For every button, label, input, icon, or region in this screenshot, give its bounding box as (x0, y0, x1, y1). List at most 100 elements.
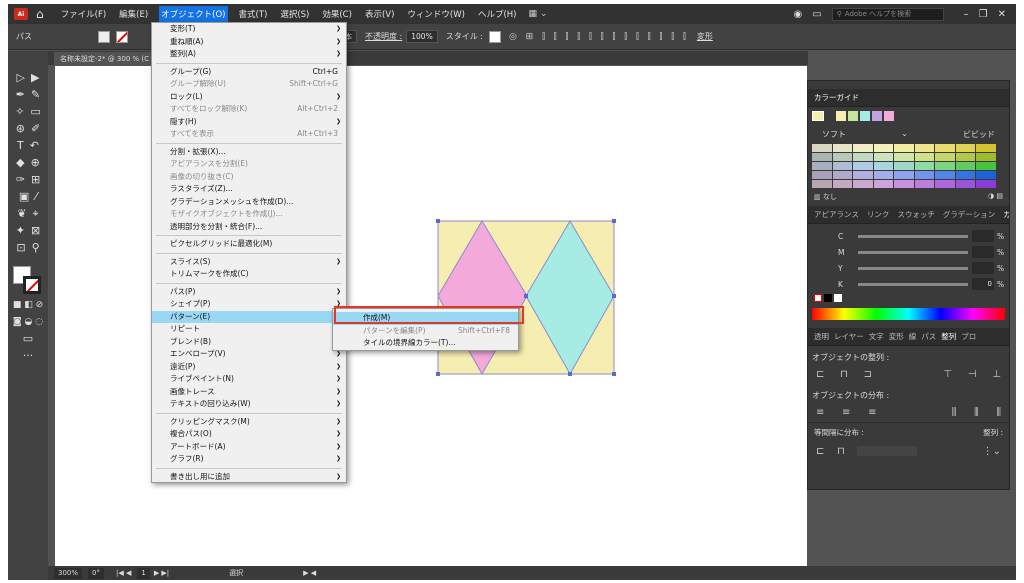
align-panel-tab[interactable]: 線 (909, 331, 917, 342)
anchor-point[interactable] (612, 372, 616, 376)
screen-mode-icon[interactable]: ▭ (23, 332, 33, 345)
pen-tool-icon[interactable]: ✒ (16, 88, 25, 101)
graph-tool-icon[interactable]: ⊠ (31, 224, 40, 237)
align-buttons-icon[interactable]: ◎ ⊞ ⫿ ⫿ ⫿ ⫿ ⫿ ⫿ ⫿ ⫿ ⫿ ⫿ ⫿ ⫿ ⫿ (509, 32, 689, 42)
color-guide-swatch[interactable] (914, 162, 935, 170)
color-panel-tab[interactable]: アピアランス (814, 209, 859, 220)
color-panel-tab[interactable]: リンク (867, 209, 890, 220)
harmony-swatch[interactable] (860, 111, 870, 121)
symbol-sprayer-icon[interactable]: ❦ (17, 207, 26, 220)
undo-arc-icon[interactable]: ↶ (30, 139, 39, 152)
cmyk-value-field[interactable] (972, 246, 994, 258)
eyedropper-icon[interactable]: ✑ (16, 173, 25, 186)
color-guide-swatch[interactable] (812, 144, 832, 152)
object-menu-item[interactable]: クリッピングマスク(M) ❯ (152, 416, 346, 429)
object-menu-item[interactable]: トリムマークを作成(C) (152, 268, 346, 281)
magic-wand-icon[interactable]: ✧ (15, 105, 24, 118)
cmyk-slider[interactable] (858, 266, 968, 270)
rotate-tool-icon[interactable]: ⊛ (16, 122, 25, 135)
menu-4[interactable]: 選択(S) (278, 6, 311, 22)
distribute-bottom-icon[interactable]: ≡ (868, 407, 876, 418)
color-guide-swatch[interactable] (873, 153, 894, 161)
color-guide-swatch[interactable] (894, 153, 914, 161)
menu-7[interactable]: ウィンドウ(W) (405, 6, 467, 22)
home-icon[interactable]: ⌂ (36, 7, 44, 21)
object-menu-item[interactable]: スライス(S) ❯ (152, 256, 346, 269)
color-guide-swatch[interactable] (832, 144, 853, 152)
harmony-swatch[interactable] (872, 111, 882, 121)
align-panel-tab[interactable]: プロ (961, 331, 976, 342)
harmony-swatch[interactable] (848, 111, 858, 121)
rotation-field[interactable]: 0° (88, 567, 104, 579)
spacing-value-field[interactable] (857, 446, 918, 456)
paint-bucket-icon[interactable]: ◆ (16, 156, 24, 169)
object-menu-item[interactable]: ライブペイント(N) ❯ (152, 373, 346, 386)
draw-mode-icon[interactable]: ◙ ◒ ◌ (13, 317, 43, 327)
align-to-select-icon[interactable]: ⋮⌄ (983, 446, 1001, 457)
object-menu-item[interactable]: グラデーションメッシュを作成(D)... (152, 196, 346, 209)
object-menu-item[interactable]: 書き出し用に追加 ❯ (152, 471, 346, 484)
more-tools-icon[interactable]: ··· (23, 349, 34, 362)
menu-2[interactable]: オブジェクト(O) (159, 6, 228, 22)
color-guide-swatch[interactable] (955, 180, 976, 188)
shape-builder-icon[interactable]: ▣ (19, 190, 29, 203)
color-guide-swatch[interactable] (935, 171, 955, 179)
pattern-submenu-item[interactable]: パターンを編集(P) Shift+Ctrl+F8 (333, 325, 518, 338)
direct-selection-tool-icon[interactable]: ▶ (31, 71, 39, 84)
color-guide-swatch[interactable] (955, 171, 976, 179)
align-vcenter-icon[interactable]: ⊣ (968, 369, 977, 380)
color-guide-swatch[interactable] (935, 144, 955, 152)
fill-swatch[interactable] (98, 30, 110, 43)
curvature-tool-icon[interactable]: ✎ (31, 88, 40, 101)
object-menu-item[interactable]: リピート❯ (152, 323, 346, 336)
color-guide-swatch[interactable] (873, 162, 894, 170)
object-menu-item[interactable]: ロック(L) ❯ (152, 91, 346, 104)
align-panel-tab[interactable]: 整列 (941, 331, 956, 342)
object-menu-item[interactable]: 変形(T) ❯ (152, 23, 346, 36)
color-guide-swatch[interactable] (853, 153, 873, 161)
object-menu-item[interactable]: パス(P) ❯ (152, 286, 346, 299)
object-menu-item[interactable]: エンベロープ(V) ❯ (152, 348, 346, 361)
object-menu-item[interactable]: アピアランスを分割(E) (152, 158, 346, 171)
color-guide-swatch[interactable] (853, 162, 873, 170)
align-panel-tab[interactable]: レイヤー (834, 331, 864, 342)
object-menu-item[interactable]: 遠近(P) ❯ (152, 361, 346, 374)
color-guide-swatch[interactable] (853, 171, 873, 179)
color-guide-swatch[interactable] (955, 144, 976, 152)
minimize-icon[interactable]: – (964, 9, 969, 20)
artboard-nav-next-icon[interactable]: ▶ ▶| (154, 569, 169, 577)
color-guide-swatch[interactable] (894, 162, 914, 170)
distribute-top-icon[interactable]: ≡ (816, 407, 824, 418)
white-swatch[interactable] (834, 294, 842, 302)
object-menu-item[interactable]: すべてをロック解除(K) Alt+Ctrl+2 (152, 103, 346, 116)
distribute-right-icon[interactable]: ⫼ (996, 407, 1001, 418)
menu-6[interactable]: 表示(V) (363, 6, 396, 22)
align-hcenter-icon[interactable]: ⊓ (840, 369, 848, 380)
distribute-hcenter-icon[interactable]: ⫼ (974, 407, 979, 418)
color-guide-swatch[interactable] (832, 153, 853, 161)
object-menu-item[interactable]: 透明部分を分割・統合(F)... (152, 221, 346, 234)
object-menu-item[interactable]: 複合パス(O) ❯ (152, 428, 346, 441)
anchor-point[interactable] (612, 219, 616, 223)
object-menu-item[interactable]: グラフ(R) ❯ (152, 453, 346, 466)
anchor-point[interactable] (612, 294, 616, 298)
color-guide-swatch[interactable] (935, 162, 955, 170)
anchor-point[interactable] (568, 372, 572, 376)
color-spectrum[interactable] (812, 308, 1005, 320)
cmyk-slider[interactable] (858, 282, 968, 286)
artboard-number-field[interactable]: 1 (137, 567, 150, 579)
harmony-swatch[interactable] (884, 111, 894, 121)
anchor-point[interactable] (436, 372, 440, 376)
color-panel-tab[interactable]: グラデーション (943, 209, 995, 220)
color-guide-swatch[interactable] (935, 153, 955, 161)
object-menu-item[interactable]: パターン(E)❯ (152, 310, 346, 323)
object-menu-item[interactable]: ラスタライズ(Z)... (152, 183, 346, 196)
cmyk-value-field[interactable] (972, 262, 994, 274)
color-guide-swatch[interactable] (976, 144, 996, 152)
color-guide-swatch[interactable] (894, 171, 914, 179)
color-guide-swatch[interactable] (812, 171, 832, 179)
swatch-library-icon[interactable]: ▥ (814, 193, 821, 201)
status-menu-arrow-icon[interactable]: ▶ ◀ (303, 569, 316, 577)
restore-icon[interactable]: ❐ (979, 9, 988, 20)
color-guide-swatch[interactable] (914, 153, 935, 161)
